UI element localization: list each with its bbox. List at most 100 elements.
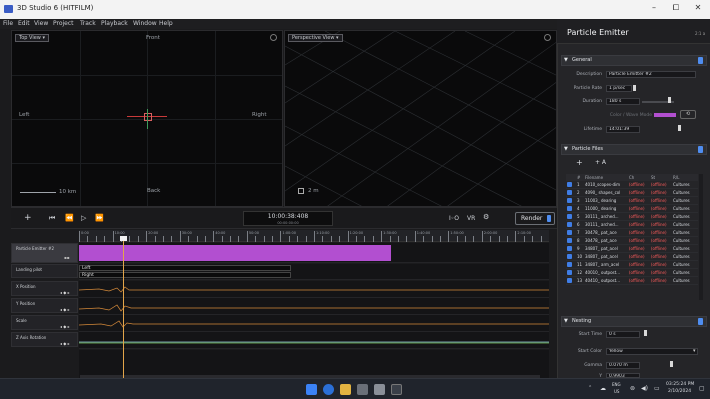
clock-time[interactable]: 03:25:24 PM [666, 382, 694, 387]
duration-field[interactable]: 180 s [606, 98, 640, 105]
perspective-view-select[interactable]: Perspective View ▾ [288, 34, 343, 42]
view-select[interactable]: Top View ▾ [15, 34, 49, 42]
particle-rate-slider[interactable] [633, 85, 636, 91]
vr-button[interactable]: VR [467, 215, 475, 222]
maximize-icon[interactable] [270, 34, 277, 41]
menu-file[interactable]: File [3, 20, 13, 27]
table-row[interactable]: 9 34807_ pat_acel (offline) (offline) Cultur… [566, 244, 698, 253]
table-row[interactable]: 6 30111_ arched... (offline) (offline) Cultu… [566, 220, 698, 229]
playhead-line[interactable] [123, 236, 124, 378]
emitter-marker[interactable] [144, 113, 152, 121]
row-checkbox[interactable] [567, 182, 572, 187]
battery-icon[interactable]: ▭ [654, 385, 660, 392]
add-button[interactable]: + [24, 213, 32, 223]
add-group-button[interactable]: + A [595, 159, 606, 166]
in-out-button[interactable]: I◦O [449, 215, 459, 222]
cloud-icon[interactable]: ☁ [600, 385, 606, 392]
keyframe-nav-icon[interactable]: ◂ ◆ ▸ [60, 341, 70, 346]
store-icon[interactable] [357, 384, 368, 395]
start-time-slider-knob[interactable] [644, 330, 647, 336]
description-field[interactable]: Particle Emitter #2 [606, 71, 696, 78]
timeline-ruler[interactable]: 0:00 10:00 20:00 30:00 40:00 50:00 1:00:00 1:10… [79, 230, 549, 242]
menu-track[interactable]: Track [80, 20, 96, 27]
row-checkbox[interactable] [567, 198, 572, 203]
track-header[interactable]: Y Position ◂ ◆ ▸ [11, 298, 78, 313]
row-checkbox[interactable] [567, 262, 572, 267]
go-start-icon[interactable]: ⏮ [49, 214, 55, 223]
table-row[interactable]: 2 4090_ shapes_col (offline) (offline) Cultu… [566, 188, 698, 197]
play-icon[interactable]: ▷ [81, 214, 86, 222]
timecode-display[interactable]: 10:00:38:408 00:00:00:00 [243, 211, 333, 226]
row-checkbox[interactable] [567, 254, 572, 259]
track-header[interactable]: Scale ◂ ◆ ▸ [11, 315, 78, 330]
menu-view[interactable]: View [34, 20, 48, 27]
table-row[interactable]: 4 11000_ dearing (offline) (offline) Culture… [566, 204, 698, 213]
timeline-empty[interactable] [79, 350, 549, 378]
row-checkbox[interactable] [567, 230, 572, 235]
edge-browser-icon[interactable] [323, 384, 334, 395]
notification-icon[interactable]: ▢ [699, 385, 705, 392]
menu-help[interactable]: Help [159, 20, 173, 27]
table-row[interactable]: 1 4010_scopes-dim (offline) (offline) Cultur… [566, 181, 698, 189]
collapse-icon[interactable]: ▼ [564, 317, 568, 326]
gamma-field[interactable]: 0.070 m [606, 362, 640, 369]
table-row[interactable]: 7 30478_ pat_ace (offline) (offline) Culture… [566, 228, 698, 237]
chevron-down-icon[interactable]: ▾ [693, 348, 696, 354]
row-checkbox[interactable] [567, 190, 572, 195]
table-row[interactable]: 5 30111_ arched... (offline) (offline) Cultu… [566, 212, 698, 221]
gamma-slider-knob[interactable] [670, 361, 673, 367]
lifetime-field[interactable]: 14:01:39 [606, 126, 640, 133]
timeline-lane[interactable] [79, 281, 549, 298]
lifetime-slider-knob[interactable] [678, 125, 681, 131]
track-header[interactable]: X Position ◂ ◆ ▸ [11, 281, 78, 296]
track-header[interactable]: Z Axis Rotation ◂ ◆ ▸ [11, 332, 78, 347]
menu-project[interactable]: Project [53, 20, 74, 27]
particle-clip[interactable] [79, 245, 391, 261]
color-swatch[interactable] [654, 113, 676, 117]
windows-start-icon[interactable] [306, 384, 317, 395]
row-checkbox[interactable] [567, 214, 572, 219]
row-checkbox[interactable] [567, 222, 572, 227]
keyframe-nav-icon[interactable]: ◂ ◆ ▸ [60, 290, 70, 295]
clock-date[interactable]: 2/10/2024 [668, 389, 691, 394]
keyframe-nav-icon[interactable]: ◂ ◆ ▸ [60, 324, 70, 329]
perspective-viewport[interactable]: Perspective View ▾ 2 m [284, 30, 557, 207]
row-checkbox[interactable] [567, 238, 572, 243]
timeline-lane[interactable]: Left Right [79, 264, 549, 280]
duration-slider-knob[interactable] [668, 97, 671, 103]
row-checkbox[interactable] [567, 206, 572, 211]
studio-app-icon[interactable] [391, 384, 402, 395]
start-color-select[interactable]: Yellow [606, 348, 698, 355]
grid-checkbox[interactable] [298, 188, 304, 194]
start-time-field[interactable]: 0 s [606, 331, 640, 338]
nesting-section-header[interactable]: ▼ Nesting [561, 316, 707, 327]
timeline-lane[interactable] [79, 243, 549, 263]
menu-window[interactable]: Window [133, 20, 157, 27]
app-icon[interactable] [374, 384, 385, 395]
render-button[interactable]: Render [515, 212, 555, 225]
table-row[interactable]: 8 30478_ pat_ace (offline) (offline) Culture… [566, 236, 698, 245]
language-indicator[interactable]: ENG [612, 382, 621, 387]
table-row[interactable]: 11 34807_ arm_acel (offline) (offline) Cultu… [566, 260, 698, 269]
general-section-header[interactable]: ▼ General [561, 55, 707, 66]
timeline-lane[interactable] [79, 332, 549, 349]
keyframe-nav-icon[interactable]: ◂ ◆ ▸ [60, 307, 70, 312]
collapse-icon[interactable]: ▼ [564, 56, 568, 65]
row-checkbox[interactable] [567, 246, 572, 251]
particle-rate-field[interactable]: 1 p/sec [606, 85, 632, 92]
step-back-icon[interactable]: ⏪ [65, 214, 74, 222]
playhead-handle[interactable] [120, 236, 127, 241]
settings-gear-icon[interactable]: ⚙ [483, 213, 489, 221]
wifi-icon[interactable]: ⊚ [630, 385, 635, 392]
table-scrollbar[interactable] [699, 174, 703, 300]
minimize-button[interactable]: – [646, 3, 662, 12]
left-clip[interactable]: Left [79, 265, 291, 271]
collapse-icon[interactable]: ▼ [564, 145, 568, 154]
row-checkbox[interactable] [567, 278, 572, 283]
add-file-button[interactable]: + [576, 158, 583, 167]
file-explorer-icon[interactable] [340, 384, 351, 395]
right-clip[interactable]: Right [79, 272, 291, 278]
tray-overflow-icon[interactable]: ⌃ [588, 385, 592, 391]
volume-icon[interactable]: ◀) [641, 385, 648, 392]
track-header[interactable]: Landing pilot [11, 264, 78, 278]
